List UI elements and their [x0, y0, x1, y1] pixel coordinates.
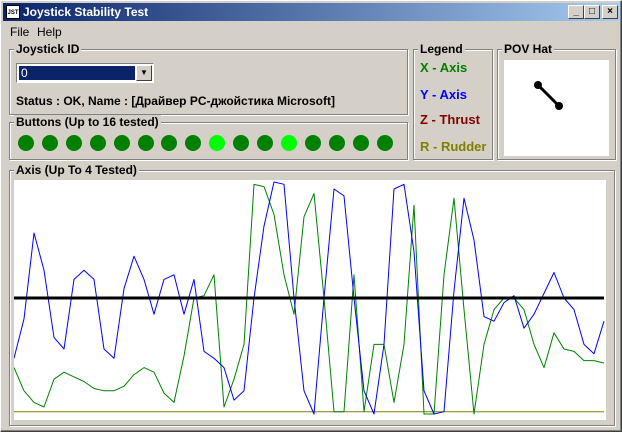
- button-indicator-6: [137, 135, 154, 151]
- pov-center-dot: [555, 102, 563, 110]
- legend-x-axis: X - Axis: [420, 60, 468, 75]
- legend-z-thrust: Z - Thrust: [420, 112, 480, 127]
- legend-label: Legend: [418, 42, 465, 56]
- buttons-group-label: Buttons (Up to 16 tested): [14, 115, 161, 129]
- button-indicator-15: [352, 135, 369, 151]
- joystick-id-select[interactable]: 0 ▼: [16, 63, 154, 83]
- chevron-down-icon[interactable]: ▼: [136, 65, 152, 81]
- axis-group: Axis (Up To 4 Tested): [9, 163, 615, 426]
- button-indicator-12: [280, 135, 297, 151]
- close-button[interactable]: ×: [602, 5, 618, 19]
- menu-file[interactable]: File: [10, 25, 29, 39]
- app-icon: JST: [6, 5, 20, 19]
- title-bar[interactable]: JST Joystick Stability Test _ □ ×: [3, 3, 619, 21]
- pov-direction-line: [536, 83, 561, 108]
- pov-hat-group: POV Hat: [497, 42, 616, 160]
- pov-hat-display: [504, 60, 609, 156]
- pov-direction-indicator: [534, 81, 563, 110]
- button-indicator-3: [65, 135, 82, 151]
- status-text: Status : OK, Name : [Драйвер PC-джойстик…: [16, 94, 335, 108]
- button-indicator-2: [41, 135, 58, 151]
- button-indicator-4: [89, 135, 106, 151]
- button-indicator-11: [257, 135, 273, 151]
- button-indicator-16: [376, 135, 393, 151]
- axis-chart: [13, 180, 606, 420]
- menu-bar: File Help: [3, 22, 619, 40]
- button-indicator-5: [113, 135, 130, 151]
- joystick-id-group: Joystick ID 0 ▼ Status : OK, Name : [Дра…: [9, 42, 408, 115]
- maximize-button[interactable]: □: [584, 5, 600, 19]
- pov-hat-label: POV Hat: [502, 42, 555, 56]
- button-indicator-1: [18, 135, 34, 151]
- legend-group: Legend X - Axis Y - Axis Z - Thrust R - …: [413, 42, 493, 160]
- minimize-button[interactable]: _: [568, 5, 584, 19]
- legend-r-rudder: R - Rudder: [420, 139, 487, 154]
- button-indicator-14: [328, 135, 345, 151]
- axis-chart-svg: [13, 181, 605, 415]
- axis-group-label: Axis (Up To 4 Tested): [14, 163, 139, 177]
- window-title: Joystick Stability Test: [23, 5, 149, 19]
- main-window: JST Joystick Stability Test _ □ × File H…: [0, 0, 622, 432]
- pov-direction-knob: [534, 81, 542, 89]
- menu-help[interactable]: Help: [37, 25, 62, 39]
- button-indicator-10: [233, 135, 250, 151]
- legend-y-axis: Y - Axis: [420, 87, 467, 102]
- joystick-id-value: 0: [19, 66, 135, 80]
- joystick-id-label: Joystick ID: [14, 42, 82, 56]
- button-indicator-13: [304, 135, 321, 151]
